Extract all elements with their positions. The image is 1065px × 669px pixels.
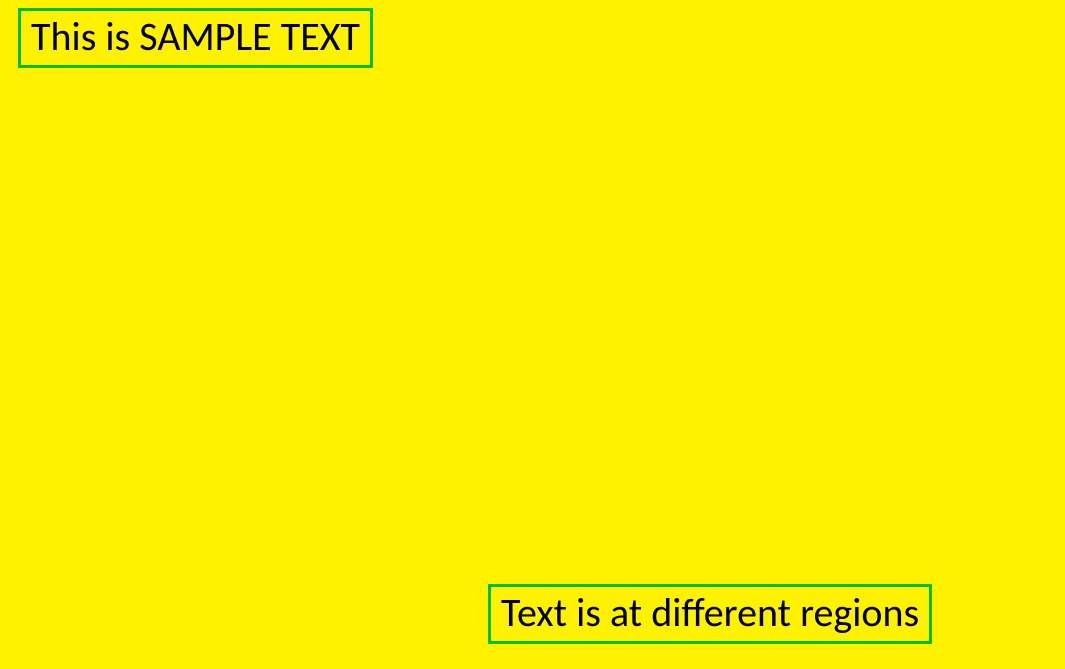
- sample-text-top-left: This is SAMPLE TEXT: [31, 12, 360, 61]
- sample-text-box-top-left: This is SAMPLE TEXT: [18, 8, 373, 68]
- sample-text-box-bottom-right: Text is at different regions: [488, 584, 932, 644]
- sample-text-bottom-right: Text is at different regions: [501, 588, 919, 637]
